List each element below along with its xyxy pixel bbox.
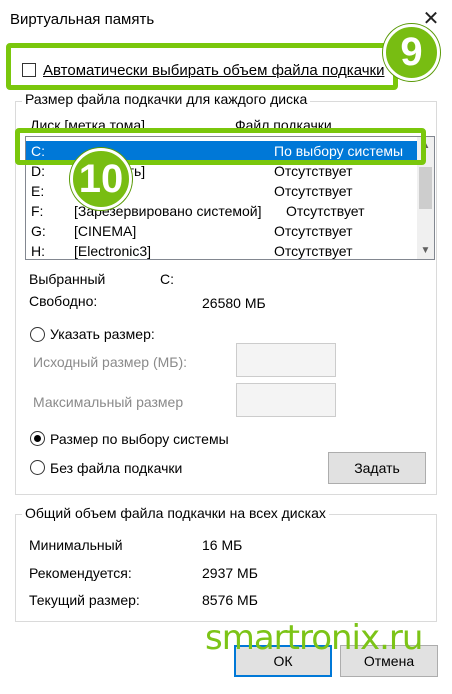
step-badge-9: 9 xyxy=(383,24,440,81)
recommended-label: Рекомендуется: xyxy=(29,565,132,581)
no-paging-radio[interactable] xyxy=(30,460,45,475)
selected-disk-label: Выбранный xyxy=(29,271,106,287)
max-size-label: Максимальный размер xyxy=(33,394,184,410)
table-row[interactable]: H: [Electronic3] Отсутствует xyxy=(26,241,418,259)
custom-size-radio[interactable] xyxy=(30,327,45,342)
step-badge-10: 10 xyxy=(70,148,132,210)
initial-size-input[interactable] xyxy=(236,343,336,377)
totals-legend: Общий объем файла подкачки на всех диска… xyxy=(22,505,329,521)
min-label: Минимальный xyxy=(29,537,123,553)
window-title: Виртуальная память xyxy=(10,11,155,28)
scroll-thumb[interactable] xyxy=(419,167,432,209)
row-paging: Отсутствует xyxy=(274,223,353,239)
row-paging: Отсутствует xyxy=(274,243,353,259)
row-disk: F: xyxy=(31,203,44,219)
row-paging: Отсутствует xyxy=(286,203,365,219)
row-disk: E: xyxy=(31,183,45,199)
row-label: [CINEMA] xyxy=(74,223,137,239)
max-size-input[interactable] xyxy=(236,383,336,417)
row-label: [Electronic3] xyxy=(74,243,152,259)
free-space-label: Свободно: xyxy=(29,293,98,309)
initial-size-label: Исходный размер (МБ): xyxy=(33,354,188,370)
system-managed-label[interactable]: Размер по выбору системы xyxy=(50,431,229,447)
per-disk-legend: Размер файла подкачки для каждого диска xyxy=(22,91,311,107)
min-value: 16 МБ xyxy=(202,537,243,553)
highlight-frame-9 xyxy=(6,43,398,90)
row-disk: D: xyxy=(31,163,45,179)
row-paging: Отсутствует xyxy=(274,163,353,179)
row-paging: Отсутствует xyxy=(274,183,353,199)
custom-size-label[interactable]: Указать размер: xyxy=(50,326,155,342)
title-bar: Виртуальная память ✕ xyxy=(0,0,452,36)
set-button[interactable]: Задать xyxy=(328,452,426,484)
system-managed-radio[interactable] xyxy=(30,431,45,446)
free-space-value: 26580 МБ xyxy=(202,295,266,311)
watermark: smartronix.ru xyxy=(205,618,423,658)
current-size-value: 8576 МБ xyxy=(202,592,258,608)
recommended-value: 2937 МБ xyxy=(202,565,258,581)
current-size-label: Текущий размер: xyxy=(29,592,140,608)
selected-disk-value: C: xyxy=(160,271,174,287)
table-row[interactable]: G: [CINEMA] Отсутствует xyxy=(26,221,418,241)
row-disk: H: xyxy=(31,243,45,259)
no-paging-label[interactable]: Без файла подкачки xyxy=(50,460,182,476)
row-disk: G: xyxy=(31,223,46,239)
scroll-down-icon[interactable]: ▼ xyxy=(417,242,434,259)
